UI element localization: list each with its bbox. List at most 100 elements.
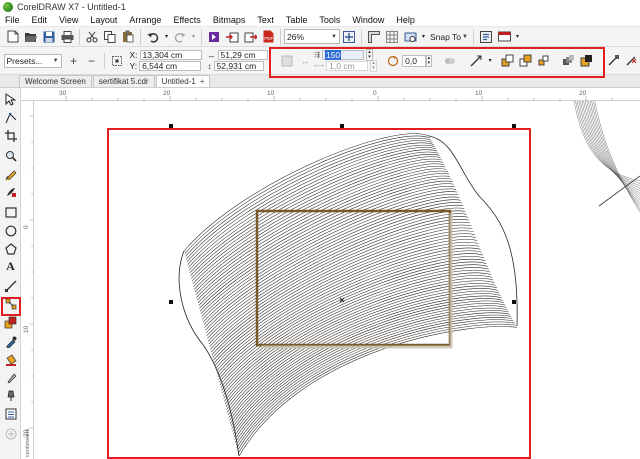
blend-direction-spinner[interactable]: ▴ ▾ xyxy=(425,54,433,67)
copy-icon[interactable] xyxy=(102,29,118,45)
horizontal-ruler[interactable]: 30 20 10 0 10 20 xyxy=(21,88,640,101)
blend-control-curve[interactable] xyxy=(428,135,518,327)
undo-icon[interactable] xyxy=(145,29,161,45)
full-screen-icon[interactable] xyxy=(341,29,357,45)
paste-icon[interactable] xyxy=(120,29,136,45)
menu-layout[interactable]: Layout xyxy=(84,14,123,27)
menu-table[interactable]: Table xyxy=(280,14,314,27)
document-palette-icon[interactable] xyxy=(2,406,19,421)
cut-icon[interactable] xyxy=(84,29,100,45)
blend-spacing-spinner[interactable]: ▴ ▾ xyxy=(370,60,378,72)
blend-artwork[interactable] xyxy=(34,100,640,459)
more-blend-options-icon[interactable] xyxy=(560,53,576,69)
application-launcher-icon[interactable] xyxy=(496,29,512,45)
launcher-dropdown-icon[interactable]: ▾ xyxy=(514,29,521,45)
clear-blend-icon[interactable] xyxy=(623,53,639,69)
polygon-tool-icon[interactable] xyxy=(2,241,19,256)
width-field[interactable]: ↔ 51,29 cm xyxy=(208,50,268,60)
menu-help[interactable]: Help xyxy=(390,14,421,27)
blend-dropdown-icon[interactable]: ▾ xyxy=(487,53,494,69)
options-icon[interactable] xyxy=(478,29,494,45)
export-icon[interactable] xyxy=(242,29,258,45)
blend-group[interactable] xyxy=(178,133,518,457)
y-position-field[interactable]: Y: 6,544 cm xyxy=(130,61,202,71)
accelerate-sizes-icon[interactable] xyxy=(535,53,551,69)
copy-blend-properties-icon[interactable] xyxy=(605,53,621,69)
drawing-canvas[interactable] xyxy=(34,100,640,459)
artistic-media-tool-icon[interactable] xyxy=(2,184,19,199)
print-icon[interactable] xyxy=(59,29,75,45)
menu-window[interactable]: Window xyxy=(346,14,390,27)
menu-view[interactable]: View xyxy=(53,14,84,27)
add-preset-icon[interactable]: + xyxy=(66,53,82,69)
guidelines-dropdown-icon[interactable]: ▾ xyxy=(420,29,427,45)
blend-spacing-input[interactable]: 1,0 cm xyxy=(326,61,369,71)
pick-tool-icon[interactable] xyxy=(2,92,19,107)
tab-untitled-1[interactable]: Untitled-1 + xyxy=(155,75,211,87)
publish-pdf-icon[interactable]: PDF xyxy=(260,29,276,45)
outline-pen-icon[interactable] xyxy=(2,388,19,403)
straight-line-connector-icon[interactable] xyxy=(2,296,19,311)
blend-steps-field[interactable]: ⇶ 150 ▴ ▾ xyxy=(314,49,377,61)
parallel-dimension-tool-icon[interactable] xyxy=(2,278,19,293)
menu-edit[interactable]: Edit xyxy=(26,14,54,27)
object-color-accel-icon[interactable] xyxy=(499,53,515,69)
vertical-ruler[interactable]: 0 10 20 centimeters xyxy=(21,101,34,459)
freehand-tool-icon[interactable] xyxy=(2,166,19,181)
tab-sertifikat-5[interactable]: sertifikat 5.cdr xyxy=(92,75,155,87)
fixed-spacing-icon[interactable]: ↔ xyxy=(297,53,313,69)
selection-handle[interactable] xyxy=(512,300,516,304)
direct-blend-icon[interactable] xyxy=(469,53,485,69)
size-accel-icon[interactable] xyxy=(517,53,533,69)
start-end-properties-icon[interactable] xyxy=(578,53,594,69)
tab-welcome-screen[interactable]: Welcome Screen xyxy=(19,75,92,87)
show-guidelines-icon[interactable] xyxy=(402,29,418,45)
width-input[interactable]: 51,29 cm xyxy=(217,50,268,60)
blend-tool-icon[interactable] xyxy=(2,315,19,330)
tab-close-icon[interactable]: + xyxy=(200,77,205,86)
selection-handle[interactable] xyxy=(169,300,173,304)
new-document-icon[interactable] xyxy=(5,29,21,45)
selection-handle[interactable] xyxy=(340,124,344,128)
crop-tool-icon[interactable] xyxy=(2,128,19,143)
menu-effects[interactable]: Effects xyxy=(167,14,206,27)
open-icon[interactable] xyxy=(23,29,39,45)
save-icon[interactable] xyxy=(41,29,57,45)
show-rulers-icon[interactable] xyxy=(366,29,382,45)
color-eyedropper-icon[interactable] xyxy=(2,334,19,349)
x-position-input[interactable]: 13,304 cm xyxy=(139,50,202,60)
menu-arrange[interactable]: Arrange xyxy=(123,14,167,27)
text-tool-icon[interactable]: A xyxy=(2,259,19,274)
blend-direction-input[interactable]: 0,0 xyxy=(402,54,426,67)
selection-handle[interactable] xyxy=(512,124,516,128)
smart-fill-icon[interactable] xyxy=(2,370,19,385)
height-field[interactable]: ↕ 52,931 cm xyxy=(208,61,268,71)
snap-to-button[interactable]: Snap To ▼ xyxy=(428,29,470,44)
zoom-tool-icon[interactable] xyxy=(2,148,19,163)
selection-handle[interactable] xyxy=(169,124,173,128)
delete-preset-icon[interactable]: − xyxy=(84,53,100,69)
presets-combo[interactable]: Presets... ▼ xyxy=(3,53,62,68)
shape-tool-icon[interactable] xyxy=(2,110,19,125)
interactive-fill-icon[interactable] xyxy=(2,352,19,367)
show-grid-icon[interactable] xyxy=(384,29,400,45)
blend-spacing-field[interactable]: ⟷ 1,0 cm ▴ ▾ xyxy=(314,60,378,72)
loop-blend-icon[interactable] xyxy=(442,53,458,69)
menu-bitmaps[interactable]: Bitmaps xyxy=(207,14,252,27)
ellipse-tool-icon[interactable] xyxy=(2,223,19,238)
zoom-level-combo[interactable]: 26% ▼ xyxy=(284,29,340,44)
redo-icon[interactable] xyxy=(172,29,188,45)
menu-file[interactable]: File xyxy=(0,14,26,27)
height-input[interactable]: 52,931 cm xyxy=(213,61,264,71)
y-position-input[interactable]: 6,544 cm xyxy=(139,61,202,71)
blend-inner-rectangle[interactable] xyxy=(255,209,452,347)
x-position-field[interactable]: X: 13,304 cm xyxy=(130,50,202,60)
undo-dropdown-icon[interactable]: ▾ xyxy=(163,29,170,45)
import-icon[interactable] xyxy=(224,29,240,45)
add-icon[interactable] xyxy=(2,426,19,441)
blend-objects-icon[interactable] xyxy=(279,53,295,69)
object-origin-icon[interactable] xyxy=(109,53,125,69)
corel-connect-icon[interactable] xyxy=(206,29,222,45)
menu-text[interactable]: Text xyxy=(251,14,280,27)
menu-tools[interactable]: Tools xyxy=(313,14,346,27)
